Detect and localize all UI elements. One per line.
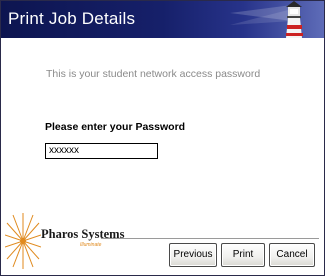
dialog-title: Print Job Details <box>8 9 136 28</box>
footer-divider <box>101 238 319 239</box>
print-button[interactable]: Print <box>221 243 265 267</box>
cancel-button[interactable]: Cancel <box>269 243 315 267</box>
brand-tagline: Illuminate <box>80 242 102 248</box>
password-input[interactable]: xxxxxx <box>45 143 158 159</box>
dialog-footer: Pharos Systems Illuminate Previous Print… <box>1 205 324 275</box>
print-job-dialog: Print Job Details This is your student n… <box>0 0 325 276</box>
brand-name: Pharos Systems <box>41 227 125 241</box>
password-prompt-label: Please enter your Password <box>45 121 186 133</box>
subtitle-text: This is your student network access pass… <box>46 68 261 80</box>
lighthouse-icon <box>230 1 303 38</box>
sunburst-icon <box>5 213 41 269</box>
previous-button[interactable]: Previous <box>169 243 217 267</box>
dialog-header: Print Job Details <box>1 1 324 38</box>
